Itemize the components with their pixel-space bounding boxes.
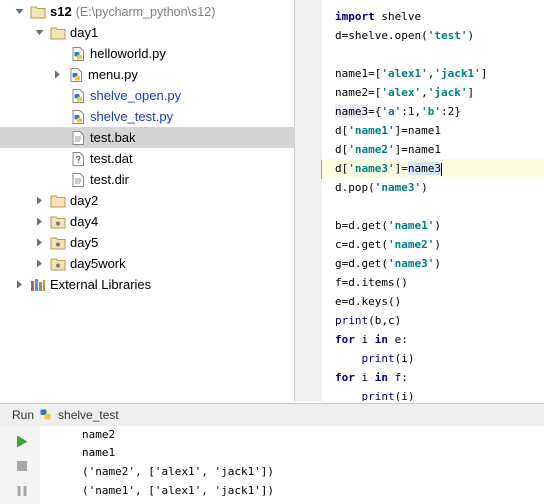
tree-file-test-dir[interactable]: test.dir xyxy=(0,169,294,190)
code-editor[interactable]: import shelve d=shelve.open('test') name… xyxy=(322,0,544,401)
tree-file-label: menu.py xyxy=(88,67,138,82)
folder-icon xyxy=(50,193,66,209)
console-line: ('name2', ['alex1', 'jack1']) xyxy=(82,465,275,478)
console-line: name2 xyxy=(82,428,116,441)
pause-icon[interactable] xyxy=(13,482,31,500)
text-file-icon xyxy=(70,172,86,188)
tree-folder-day5[interactable]: day5 xyxy=(0,232,294,253)
code-line-20[interactable]: for i in f: xyxy=(335,368,408,387)
collapse-arrow-icon[interactable] xyxy=(14,7,24,17)
expand-arrow-icon[interactable] xyxy=(34,238,44,248)
tree-folder-label: day5work xyxy=(70,256,126,271)
tree-folder-day2[interactable]: day2 xyxy=(0,190,294,211)
tree-root-label: s12 xyxy=(50,4,72,19)
code-line-10[interactable]: d.pop('name3') xyxy=(335,178,428,197)
code-line-2[interactable]: d=shelve.open('test') xyxy=(335,26,474,45)
package-folder-icon xyxy=(50,214,66,230)
code-line-9-current[interactable]: d['name3']=name3 xyxy=(322,159,544,178)
code-line-12[interactable]: b=d.get('name1') xyxy=(335,216,441,235)
code-line-21[interactable]: print(i) xyxy=(335,387,415,401)
tree-folder-day1[interactable]: day1 xyxy=(0,22,294,43)
python-file-icon xyxy=(70,46,86,62)
tree-folder-label: day5 xyxy=(70,235,99,250)
expand-arrow-icon[interactable] xyxy=(14,280,24,290)
rerun-icon[interactable] xyxy=(13,432,31,450)
run-config-name[interactable]: shelve_test xyxy=(58,408,119,422)
tree-file-label: test.dir xyxy=(90,172,130,187)
expand-arrow-icon[interactable] xyxy=(34,196,44,206)
package-folder-icon xyxy=(50,235,66,251)
code-line-13[interactable]: c=d.get('name2') xyxy=(335,235,441,254)
text-file-icon xyxy=(70,130,86,146)
code-line-5[interactable]: name2=['alex','jack'] xyxy=(335,83,474,102)
tree-file-test-bak[interactable]: test.bak xyxy=(0,127,294,148)
editor-gutter xyxy=(295,0,325,401)
code-line-4[interactable]: name1=['alex1','jack1'] xyxy=(335,64,487,83)
code-line-18[interactable]: for i in e: xyxy=(335,330,408,349)
tree-root-s12[interactable]: s12 (E:\pycharm_python\s12) xyxy=(0,1,294,22)
library-icon xyxy=(30,277,46,293)
console-line: ('name1', ['alex1', 'jack1']) xyxy=(82,484,275,497)
code-line-8[interactable]: d['name2']=name1 xyxy=(335,140,441,159)
tree-file-label: helloworld.py xyxy=(90,46,166,61)
tree-folder-day4[interactable]: day4 xyxy=(0,211,294,232)
tree-root-path: (E:\pycharm_python\s12) xyxy=(75,4,216,19)
expand-arrow-icon[interactable] xyxy=(34,259,44,269)
tree-external-label: External Libraries xyxy=(50,277,152,292)
expand-arrow-icon[interactable] xyxy=(34,217,44,227)
tree-file-label: shelve_open.py xyxy=(90,88,182,103)
tree-file-shelve-test[interactable]: shelve_test.py xyxy=(0,106,294,127)
run-console-output[interactable]: name2 name1 ('name2', ['alex1', 'jack1']… xyxy=(40,426,544,504)
collapse-arrow-icon[interactable] xyxy=(34,28,44,38)
code-line-14[interactable]: g=d.get('name3') xyxy=(335,254,441,273)
tree-file-shelve-open[interactable]: shelve_open.py xyxy=(0,85,294,106)
code-line-19[interactable]: print(i) xyxy=(335,349,415,368)
tree-folder-label: day4 xyxy=(70,214,99,229)
unknown-file-icon xyxy=(70,151,86,167)
package-folder-icon xyxy=(50,256,66,272)
run-panel-header[interactable]: Run shelve_test xyxy=(0,403,544,427)
code-line-16[interactable]: e=d.keys() xyxy=(335,292,401,311)
tree-file-test-dat[interactable]: test.dat xyxy=(0,148,294,169)
code-line-15[interactable]: f=d.items() xyxy=(335,273,408,292)
tree-file-label: shelve_test.py xyxy=(90,109,174,124)
code-line-17[interactable]: print(b,c) xyxy=(335,311,401,330)
python-run-config-icon xyxy=(38,407,54,423)
folder-icon xyxy=(30,4,46,20)
expand-arrow-icon[interactable] xyxy=(52,70,62,80)
code-line-1[interactable]: import shelve xyxy=(335,7,421,26)
console-line: name1 xyxy=(82,446,116,459)
run-tab-label[interactable]: Run xyxy=(12,408,34,422)
text-caret xyxy=(440,162,442,176)
tree-folder-label: day2 xyxy=(70,193,99,208)
code-line-6[interactable]: name3={'a':1,'b':2} xyxy=(335,102,461,121)
tree-file-menu[interactable]: menu.py xyxy=(0,64,294,85)
tree-file-helloworld[interactable]: helloworld.py xyxy=(0,43,294,64)
python-file-icon xyxy=(68,67,84,83)
tree-file-label: test.bak xyxy=(90,130,136,145)
stop-icon[interactable] xyxy=(13,457,31,475)
folder-icon xyxy=(50,25,66,41)
tree-folder-label: day1 xyxy=(70,25,99,40)
tree-file-label: test.dat xyxy=(90,151,133,166)
python-file-icon xyxy=(70,88,86,104)
tree-external-libraries[interactable]: External Libraries xyxy=(0,274,294,295)
python-file-icon xyxy=(70,109,86,125)
tree-folder-day5work[interactable]: day5work xyxy=(0,253,294,274)
project-tree[interactable]: s12 (E:\pycharm_python\s12) day1 hellowo… xyxy=(0,0,295,401)
run-toolbar xyxy=(0,426,60,504)
code-line-7[interactable]: d['name1']=name1 xyxy=(335,121,441,140)
